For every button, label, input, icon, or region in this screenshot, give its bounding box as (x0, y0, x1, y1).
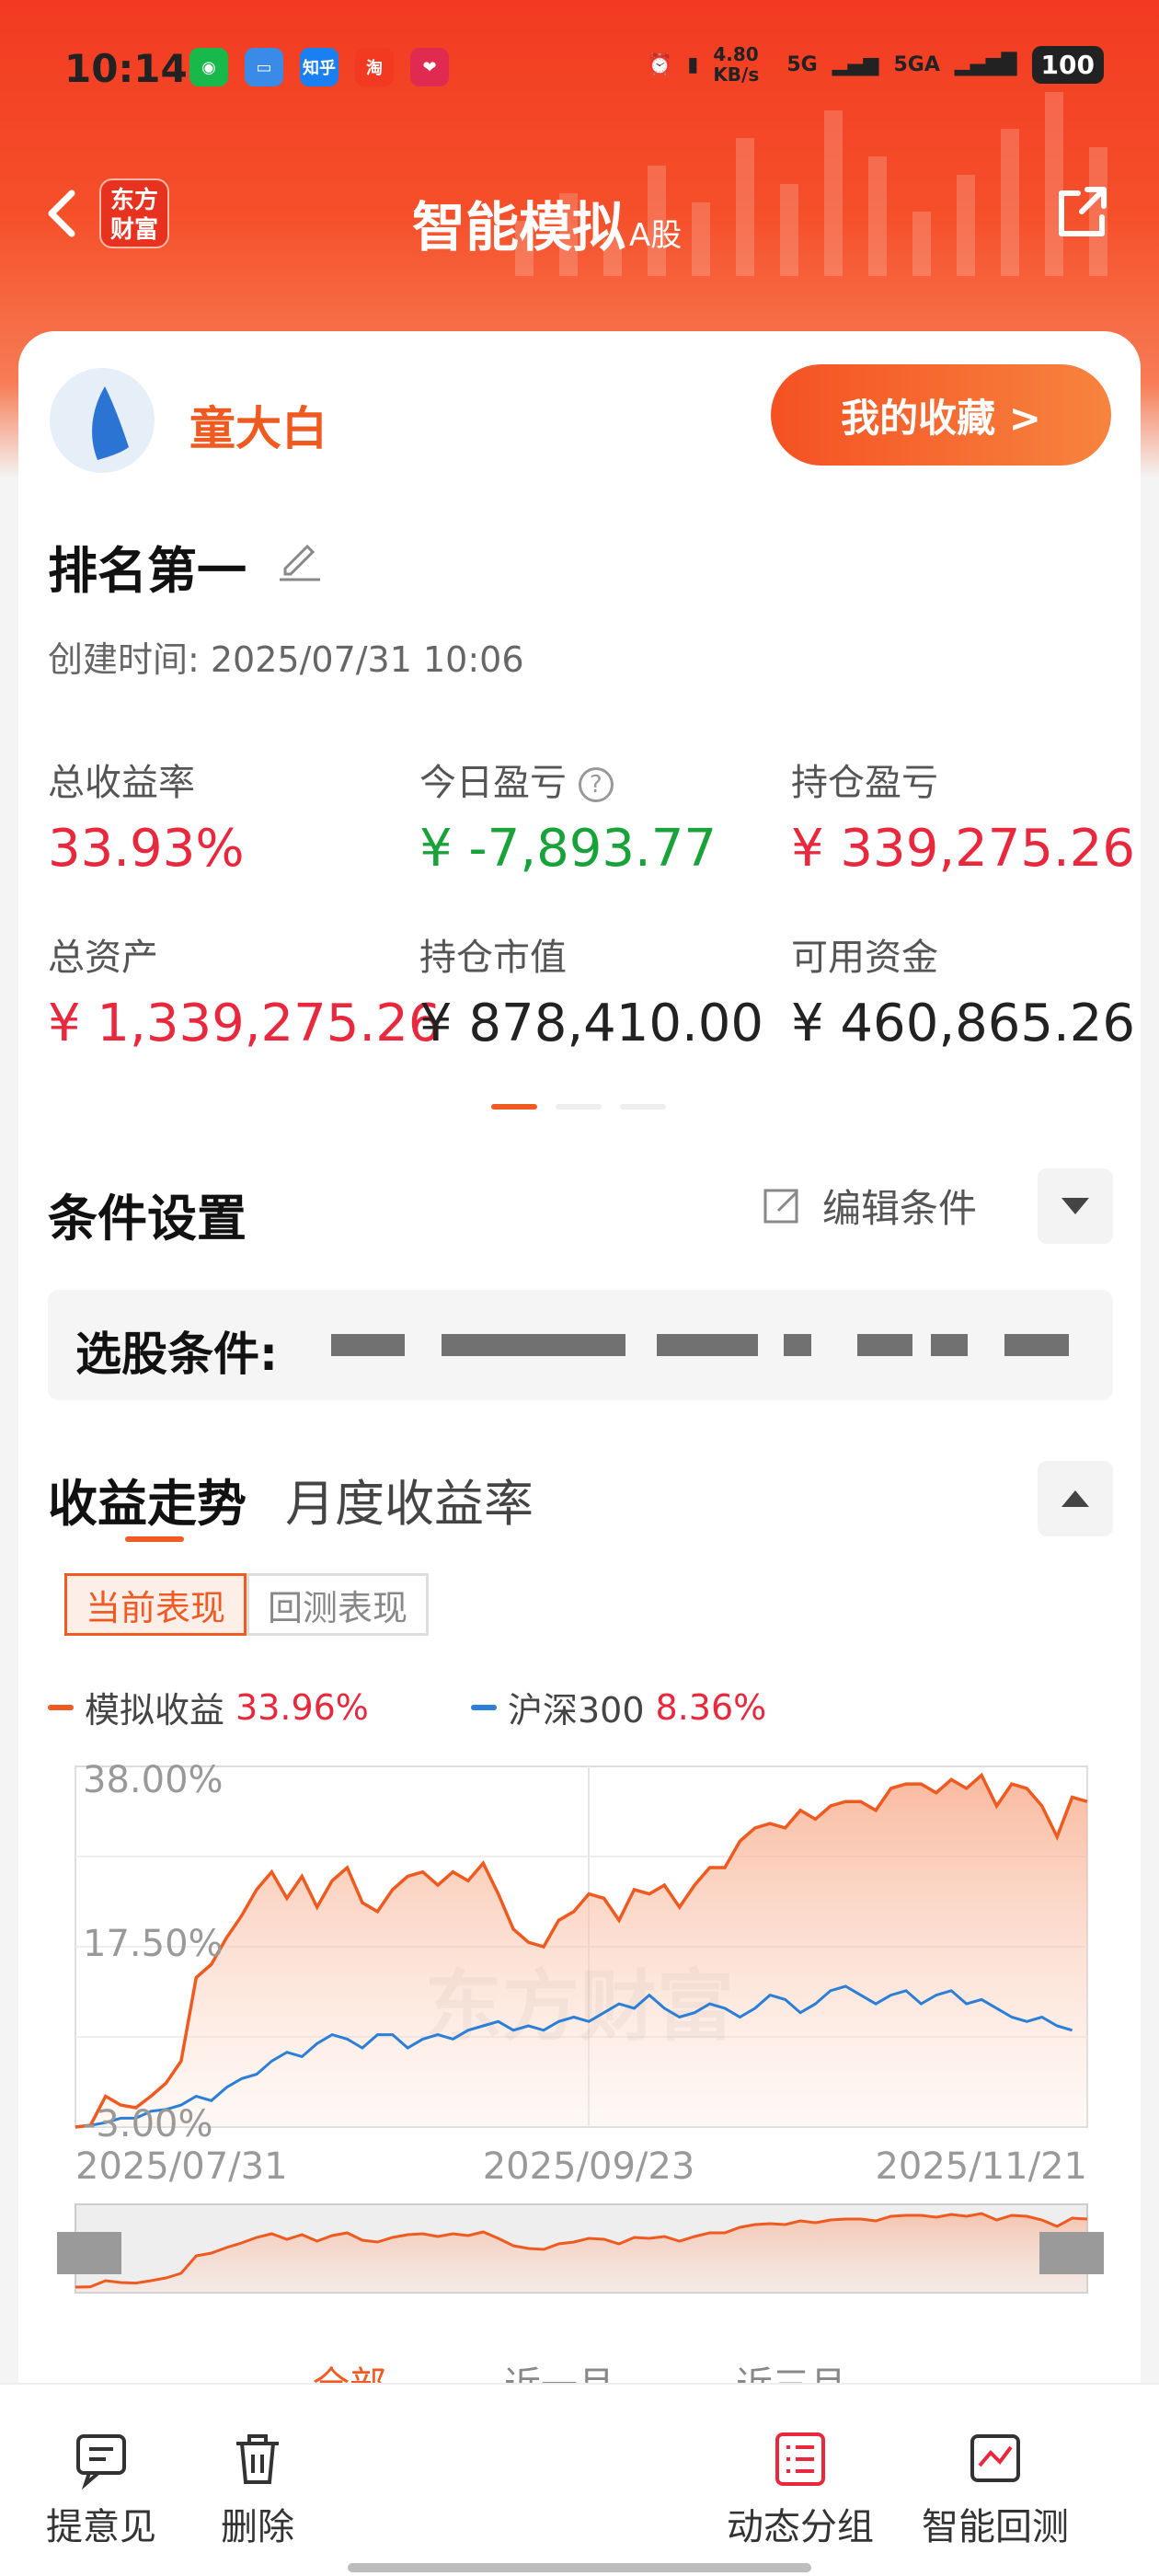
alarm-icon: ⏰ (647, 52, 673, 76)
stat-label: 持仓市值 (419, 937, 567, 979)
help-icon[interactable]: ? (578, 767, 614, 802)
dynamic-group-button[interactable]: 动态分组 (727, 2429, 874, 2550)
collapse-conditions-button[interactable] (1038, 1168, 1113, 1244)
tab-underline (125, 1536, 184, 1542)
page-title-suffix: A股 (629, 217, 683, 254)
legend-hs300: 沪深300 8.36% (471, 1682, 766, 1732)
avatar[interactable] (50, 368, 155, 473)
feedback-button[interactable]: 提意见 (46, 2429, 156, 2550)
legend-label: 沪深300 (508, 1690, 645, 1731)
returns-chart[interactable]: 东方财富38.00%17.50%-3.00%2025/07/312025/09/… (0, 1748, 1159, 2337)
page-title: 智能模拟 A股 (412, 184, 682, 261)
page-indicator (491, 1104, 666, 1110)
stat-value: ¥ 878,410.00 (419, 994, 764, 1053)
share-icon[interactable] (1050, 180, 1115, 245)
tab-returns-trend[interactable]: 收益走势 (48, 1463, 247, 1535)
redacted-text (784, 1334, 811, 1356)
stat-total-assets: 总资产 ¥ 1,339,275.26 (48, 927, 442, 1053)
speed-text: 4.80 KB/s (713, 43, 760, 86)
x-tick-label: 2025/11/21 (875, 2145, 1087, 2188)
stat-label: 总收益率 (48, 762, 195, 804)
favorites-button[interactable]: 我的收藏 > (771, 364, 1111, 466)
stat-position-pnl: 持仓盈亏 ¥ 339,275.26 (791, 753, 1135, 879)
stat-today-pnl: 今日盈亏 ? ¥ -7,893.77 (419, 753, 717, 879)
redacted-text (442, 1334, 625, 1356)
legend-value: 8.36% (655, 1686, 767, 1728)
list-icon (775, 2432, 825, 2486)
y-tick-label: 17.50% (83, 1923, 224, 1965)
stat-available-cash: 可用资金 ¥ 460,865.26 (791, 927, 1135, 1053)
stat-value: ¥ 339,275.26 (791, 819, 1136, 879)
battery-icon: 100 (1031, 45, 1104, 84)
stat-market-value: 持仓市值 ¥ 878,410.00 (419, 927, 763, 1053)
y-tick-label: 38.00% (83, 1759, 224, 1801)
legend-simulated: 模拟收益 33.96% (48, 1682, 369, 1732)
home-indicator[interactable] (348, 2563, 811, 2572)
smart-backtest-label: 智能回测 (922, 2506, 1069, 2548)
stock-conditions-box: 选股条件: (48, 1290, 1113, 1400)
navigation-bar: 东方财富 智能模拟 A股 (0, 166, 1159, 267)
tab-monthly-returns[interactable]: 月度收益率 (285, 1463, 534, 1535)
edit-conditions-label: 编辑条件 (822, 1186, 978, 1231)
conditions-label: 选股条件: (75, 1328, 278, 1381)
back-icon[interactable] (37, 186, 92, 241)
legend-value: 33.96% (235, 1686, 369, 1728)
wallet-icon: ▭ (245, 48, 283, 86)
network-5g: 5G (786, 52, 818, 76)
page-title-text: 智能模拟 (412, 196, 626, 259)
x-tick-label: 2025/09/23 (483, 2145, 695, 2188)
status-bar: 10:14 ◉ ▭ 知乎 淘 ❤ ⏰ ▮ 4.80 KB/s 5G ▂▄▆ 5G… (0, 0, 1159, 138)
heart-app-icon: ❤ (410, 48, 449, 86)
redacted-text (331, 1334, 405, 1356)
network-5ga: 5GA (893, 52, 940, 76)
redacted-text (657, 1334, 758, 1356)
feedback-icon (76, 2434, 126, 2490)
navigator-handle-right[interactable] (1039, 2232, 1104, 2274)
stat-label: 今日盈亏 (419, 762, 567, 804)
stat-value: 33.93% (48, 819, 245, 879)
edit-name-icon[interactable] (276, 532, 324, 583)
y-tick-label: -3.00% (83, 2103, 213, 2145)
stat-label: 可用资金 (791, 937, 938, 979)
triangle-up-icon (1061, 1490, 1089, 1507)
redacted-text (1004, 1334, 1069, 1356)
delete-label: 删除 (221, 2506, 294, 2548)
triangle-down-icon (1061, 1198, 1089, 1214)
app-logo: 东方财富 (99, 178, 169, 248)
navigator-handle-left[interactable] (57, 2232, 121, 2274)
signal-icon: ▂▄▆ (832, 52, 879, 76)
stat-total-return: 总收益率 33.93% (48, 753, 245, 879)
redacted-text (931, 1334, 968, 1356)
bottom-toolbar: 提意见 删除 动态分组 智能回测 (0, 2383, 1159, 2576)
x-tick-label: 2025/07/31 (75, 2145, 288, 2188)
backtest-icon (970, 2434, 1020, 2482)
taobao-icon: 淘 (355, 48, 394, 86)
collapse-chart-button[interactable] (1038, 1461, 1113, 1536)
legend-label: 模拟收益 (85, 1690, 225, 1731)
trash-icon (236, 2434, 279, 2484)
feedback-label: 提意见 (46, 2506, 156, 2548)
dynamic-group-label: 动态分组 (727, 2506, 874, 2548)
stat-value: ¥ 1,339,275.26 (48, 994, 442, 1053)
zhihu-icon: 知乎 (300, 48, 339, 86)
smart-backtest-button[interactable]: 智能回测 (922, 2429, 1069, 2550)
conditions-title: 条件设置 (48, 1190, 247, 1248)
wechat-icon: ◉ (189, 48, 228, 86)
delete-button[interactable]: 删除 (221, 2429, 294, 2550)
redacted-text (857, 1334, 912, 1356)
current-performance-tab[interactable]: 当前表现 (64, 1573, 247, 1636)
stat-label: 总资产 (48, 937, 158, 979)
portfolio-name: 排名第一 (48, 542, 247, 600)
created-time: 创建时间: 2025/07/31 10:06 (48, 639, 524, 680)
edit-icon (763, 1189, 798, 1223)
signal-icon-2: ▂▄▆█ (954, 52, 1017, 76)
stat-value: ¥ -7,893.77 (419, 819, 717, 879)
stat-label: 持仓盈亏 (791, 762, 938, 804)
vibrate-icon: ▮ (687, 52, 699, 76)
status-time: 10:14 (64, 46, 188, 91)
user-name[interactable]: 童大白 (189, 392, 327, 458)
backtest-performance-tab[interactable]: 回测表现 (247, 1573, 429, 1636)
edit-conditions-button[interactable]: 编辑条件 (762, 1178, 977, 1234)
stat-value: ¥ 460,865.26 (791, 994, 1136, 1053)
